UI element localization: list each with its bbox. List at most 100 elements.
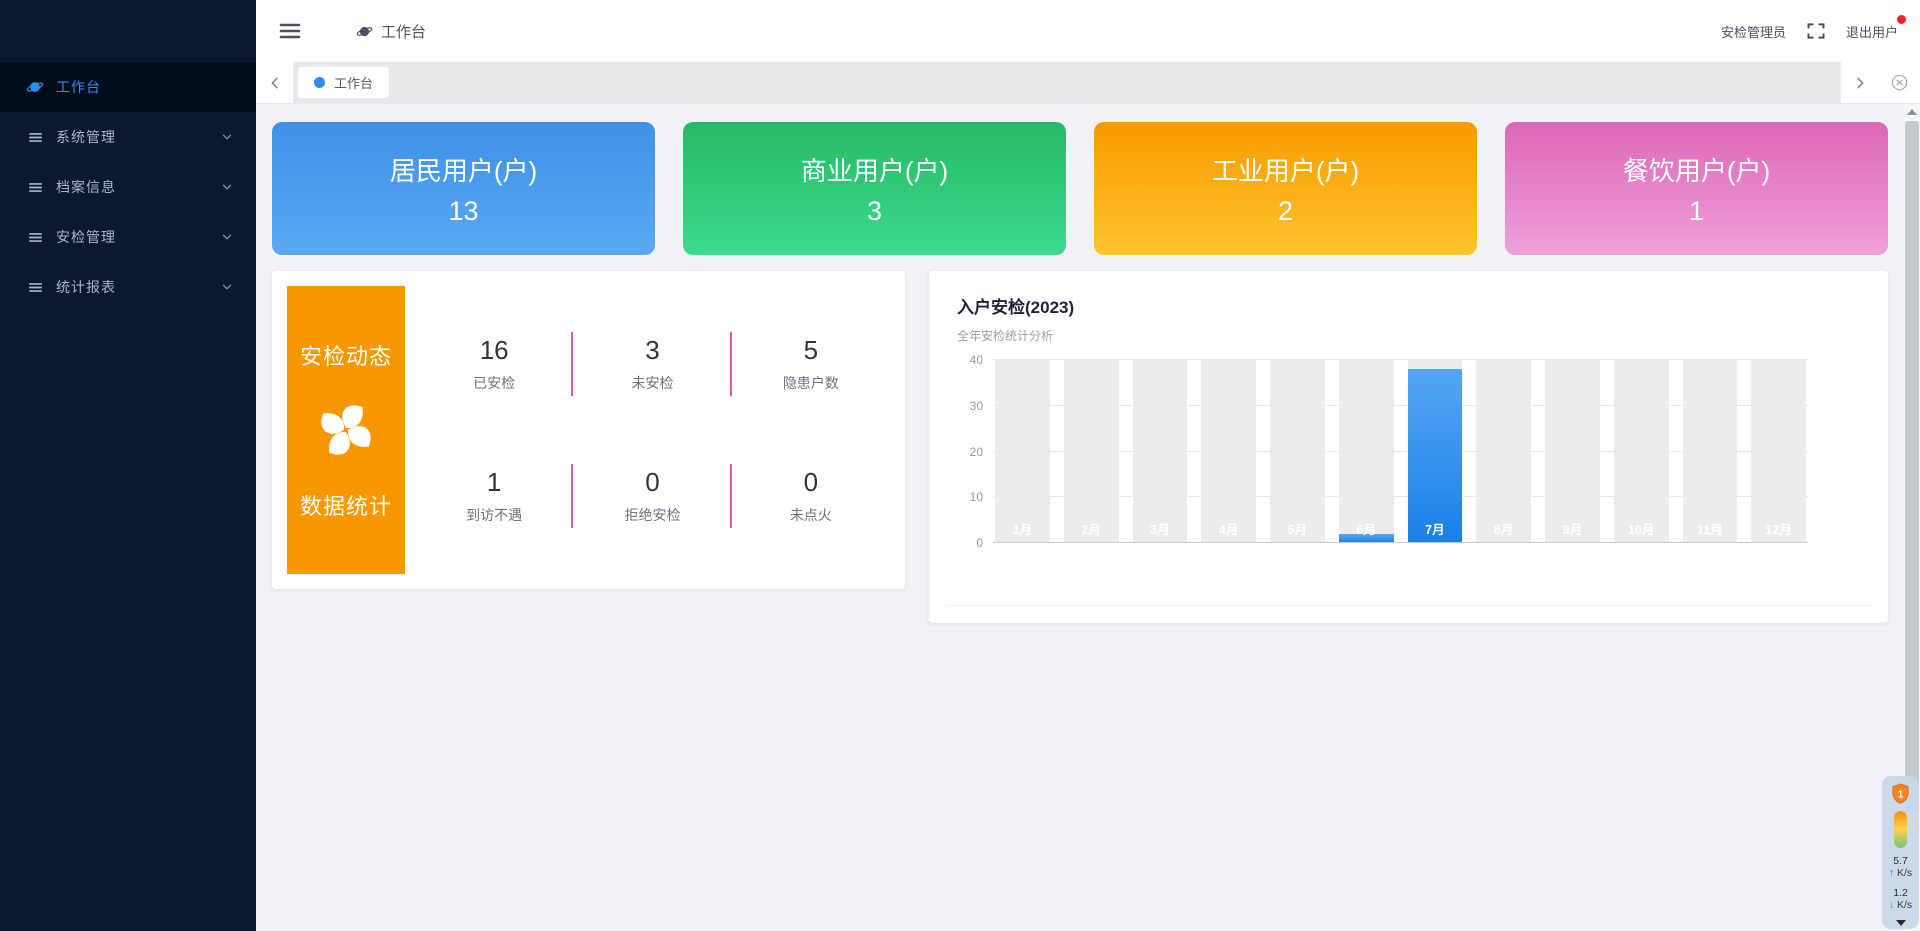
chart-month-label: 11月 [1683, 519, 1738, 538]
hamburger-icon[interactable] [278, 20, 304, 42]
summary-stat: 1 到访不遇 [415, 461, 573, 531]
chart-month-track[interactable]: 2月 [1064, 360, 1119, 543]
stat-card[interactable]: 工业用户(户) 2 [1094, 122, 1477, 255]
chart-month-label: 12月 [1751, 519, 1806, 538]
stat-card-title: 居民用户(户) [390, 151, 537, 188]
chart-month-track[interactable]: 4月 [1201, 360, 1256, 543]
tab-bar: 工作台 [256, 62, 1920, 104]
download-speed: 1.2 ↓ K/s [1889, 887, 1912, 912]
chart-month-track[interactable]: 1月 [995, 360, 1050, 543]
shield-badge-count: 1 [1898, 789, 1904, 800]
stat-card-value: 2 [1278, 196, 1293, 227]
summary-stat-value: 0 [573, 467, 731, 498]
summary-stat: 0 拒绝安检 [573, 461, 731, 531]
page-title: 工作台 [381, 21, 426, 42]
chart-month-track[interactable]: 3月 [1133, 360, 1188, 543]
scrollbar-up-arrow-icon[interactable] [1907, 109, 1917, 115]
sidebar-item-0[interactable]: 工作台 [0, 62, 256, 112]
menu-lines-icon [26, 278, 44, 296]
y-axis-tick: 0 [976, 536, 983, 550]
summary-stat: 0 未点火 [732, 461, 890, 531]
y-axis-tick: 30 [970, 399, 983, 413]
sidebar-item-label: 档案信息 [56, 177, 220, 197]
notification-dot [1897, 15, 1906, 24]
chart-month-label: 5月 [1270, 519, 1325, 538]
chart-month-label: 6月 [1339, 519, 1394, 538]
y-axis-tick: 40 [970, 353, 983, 367]
down-arrow-icon: ↓ [1889, 899, 1894, 911]
network-monitor-widget[interactable]: 1 5.7 ↑ K/s 1.2 ↓ K/s [1882, 776, 1919, 929]
chevron-down-icon [220, 230, 234, 244]
summary-stat-label: 拒绝安检 [573, 505, 731, 525]
chart-month-track[interactable]: 12月 [1751, 360, 1806, 543]
summary-stat-value: 5 [732, 335, 890, 366]
main-content: 居民用户(户) 13 商业用户(户) 3 工业用户(户) 2 餐饮用户(户) 1… [256, 104, 1904, 931]
tab-strip: 工作台 [294, 62, 1840, 103]
collapse-triangle-icon[interactable] [1896, 920, 1906, 926]
chart-month-label: 1月 [995, 519, 1050, 538]
chart-subtitle: 全年安检统计分析 [957, 327, 1860, 344]
summary-stats: 16 已安检 3 未安检 5 隐患户数 1 到访不遇 [405, 286, 890, 574]
sidebar-item-label: 统计报表 [56, 277, 220, 297]
menu-lines-icon [26, 228, 44, 246]
tabs-scroll-left-button[interactable] [256, 62, 294, 103]
shield-icon: 1 [1891, 783, 1910, 804]
chart-month-track[interactable]: 8月 [1476, 360, 1531, 543]
chart-month-track[interactable]: 6月 [1339, 360, 1394, 543]
sidebar-item-1[interactable]: 系统管理 [0, 112, 256, 162]
gridline [993, 542, 1808, 543]
blue-dot-icon [314, 77, 325, 88]
stat-cards-row: 居民用户(户) 13 商业用户(户) 3 工业用户(户) 2 餐饮用户(户) 1 [272, 122, 1888, 255]
menu-lines-icon [26, 178, 44, 196]
tabs-scroll-right-button[interactable] [1840, 62, 1878, 103]
stat-card-title: 工业用户(户) [1212, 151, 1359, 188]
stat-card[interactable]: 商业用户(户) 3 [683, 122, 1066, 255]
summary-stat-label: 已安检 [415, 373, 573, 393]
summary-stat-value: 1 [415, 467, 573, 498]
chart-month-track[interactable]: 9月 [1545, 360, 1600, 543]
logout-label: 退出用户 [1846, 25, 1898, 40]
chart-month-label: 7月 [1408, 519, 1463, 538]
tab-label: 工作台 [334, 73, 373, 92]
sidebar: 工作台 系统管理 档案信息 安检管理 统计报表 [0, 0, 256, 931]
summary-stat: 3 未安检 [573, 329, 731, 399]
chart-month-label: 9月 [1545, 519, 1600, 538]
sidebar-item-3[interactable]: 安检管理 [0, 212, 256, 262]
sidebar-item-4[interactable]: 统计报表 [0, 262, 256, 312]
summary-stat-value: 0 [732, 467, 890, 498]
chart-month-label: 4月 [1201, 519, 1256, 538]
stat-card[interactable]: 居民用户(户) 13 [272, 122, 655, 255]
summary-stat: 16 已安检 [415, 329, 573, 399]
banner-title: 安检动态 [300, 339, 392, 371]
chart-month-track[interactable]: 11月 [1683, 360, 1738, 543]
menu-lines-icon [26, 128, 44, 146]
summary-stat-label: 隐患户数 [732, 373, 890, 393]
chart-plot-area: 1月 2月 3月 4月 5月 6月 7月 8月 9月 10月 11月 [993, 360, 1808, 543]
stat-card-value: 3 [867, 196, 882, 227]
chart-month-label: 10月 [1614, 519, 1669, 538]
current-user-label[interactable]: 安检管理员 [1721, 22, 1786, 41]
chevron-down-icon [220, 180, 234, 194]
y-axis-tick: 10 [970, 490, 983, 504]
summary-stat: 5 隐患户数 [732, 329, 890, 399]
planet-icon [26, 78, 44, 96]
scrollbar-thumb[interactable] [1905, 121, 1919, 811]
fullscreen-icon[interactable] [1806, 21, 1826, 41]
sidebar-header-spacer [0, 0, 256, 62]
panel-footer-divider [945, 605, 1872, 606]
stat-card[interactable]: 餐饮用户(户) 1 [1505, 122, 1888, 255]
summary-stat-label: 未安检 [573, 373, 731, 393]
chart-month-track[interactable]: 5月 [1270, 360, 1325, 543]
tab-workbench[interactable]: 工作台 [298, 67, 389, 98]
chart-month-track[interactable]: 7月 [1408, 360, 1463, 543]
chart-month-track[interactable]: 10月 [1614, 360, 1669, 543]
upload-speed: 5.7 ↑ K/s [1889, 855, 1912, 880]
chart-bar [1408, 369, 1463, 543]
sidebar-item-label: 系统管理 [56, 127, 220, 147]
summary-stat-value: 16 [415, 335, 573, 366]
safety-summary-panel: 安检动态 数据统计 16 已安检 [272, 271, 905, 589]
logout-button[interactable]: 退出用户 [1846, 22, 1898, 41]
chart-month-label: 3月 [1133, 519, 1188, 538]
circle-close-icon[interactable] [1878, 62, 1920, 103]
sidebar-item-2[interactable]: 档案信息 [0, 162, 256, 212]
